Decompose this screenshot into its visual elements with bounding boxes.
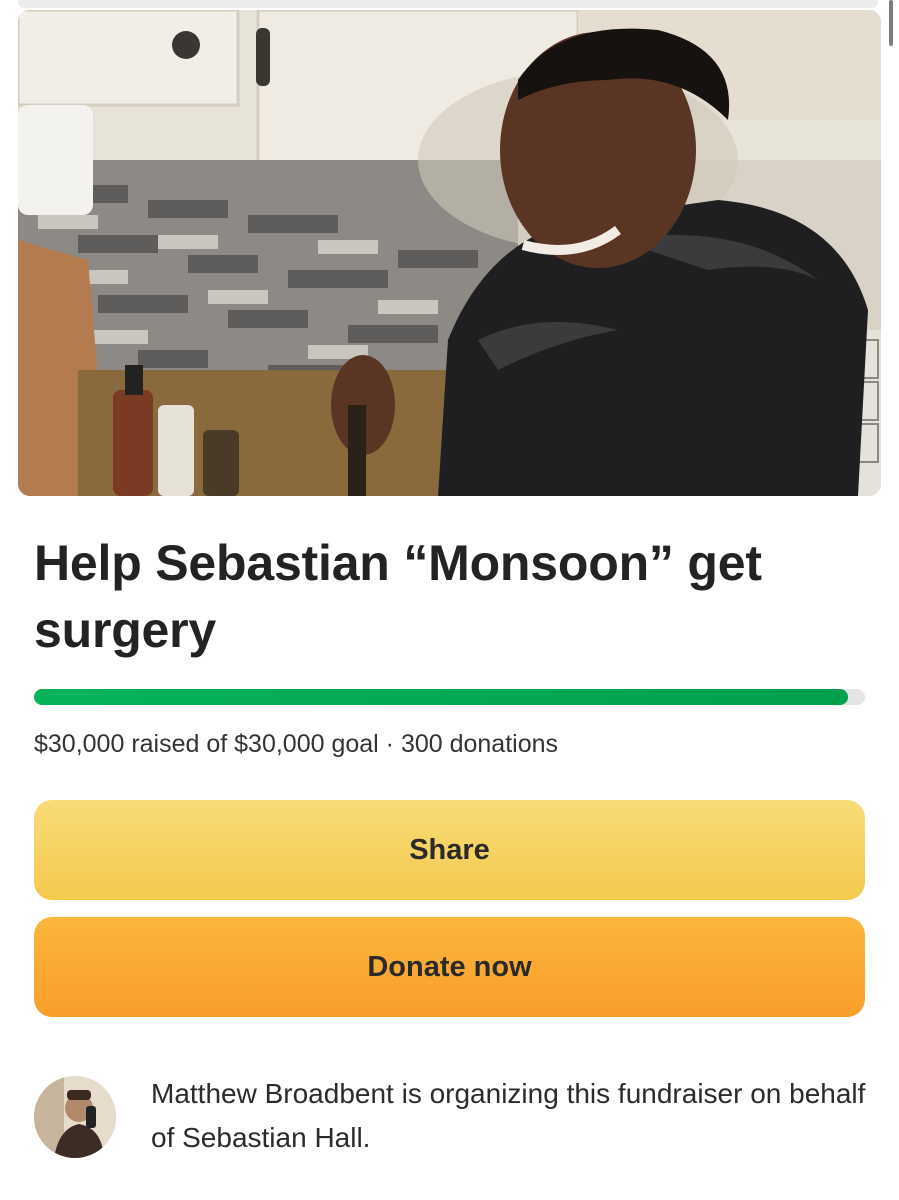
fundraising-stats: $30,000 raised of $30,000 goal · 300 don… <box>34 730 559 758</box>
share-button[interactable]: Share <box>34 800 865 900</box>
campaign-photo[interactable] <box>18 10 881 496</box>
organizer-description: Matthew Broadbent is organizing this fun… <box>151 1078 866 1153</box>
campaign-title: Help Sebastian “Monsoon” get surgery <box>34 535 762 658</box>
progress-bar <box>34 689 865 705</box>
scrollbar[interactable] <box>889 0 893 46</box>
organizer-avatar[interactable] <box>34 1076 116 1158</box>
progress-bar-fill <box>34 689 849 705</box>
avatar-graphic <box>34 1076 116 1158</box>
fundraiser-page: Help Sebastian “Monsoon” get surgery $30… <box>0 0 899 1200</box>
donate-now-button[interactable]: Donate now <box>34 917 865 1017</box>
previous-card-edge <box>18 0 878 8</box>
organizer-section: Matthew Broadbent is organizing this fun… <box>34 1070 865 1170</box>
campaign-photo-graphic <box>18 10 881 496</box>
